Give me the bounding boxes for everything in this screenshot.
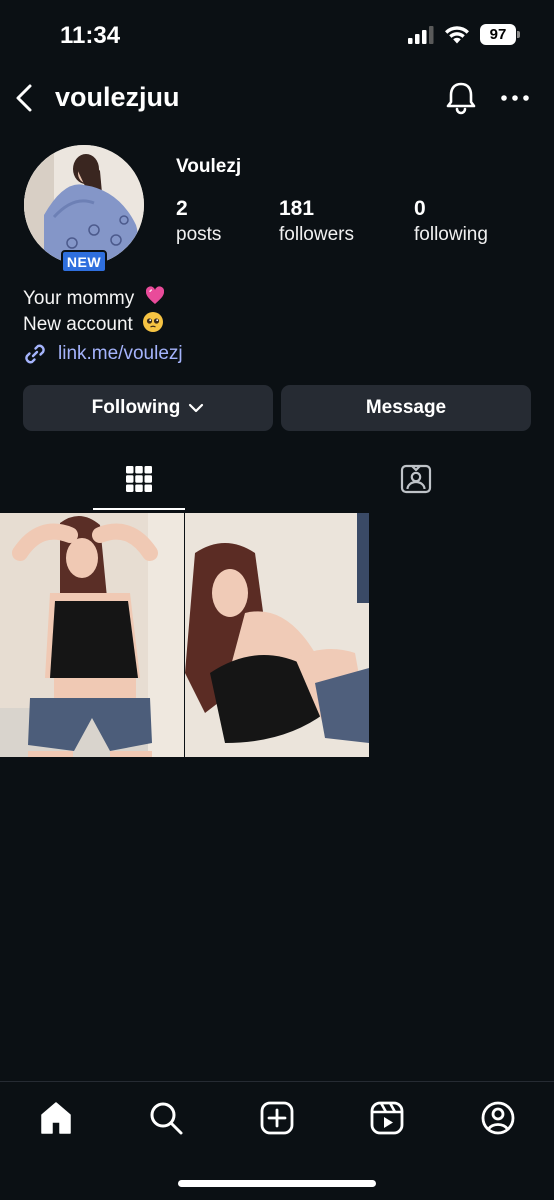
stat-followers[interactable]: 181 followers (279, 197, 354, 246)
post-thumbnail[interactable] (0, 513, 184, 757)
more-dots-icon (501, 95, 529, 101)
bio-line-2: New account (23, 311, 164, 336)
stat-followers-label: followers (279, 224, 354, 245)
profile-tabs (0, 447, 554, 511)
avatar-image (22, 143, 146, 267)
post-thumbnail[interactable] (185, 513, 369, 757)
profile-username: voulezjuu (55, 82, 180, 112)
battery-level: 97 (489, 26, 507, 43)
pleading-face-icon (143, 312, 164, 332)
nav-reels[interactable] (367, 1098, 407, 1138)
stat-posts-label: posts (176, 224, 222, 245)
chevron-down-icon (189, 403, 204, 413)
profile-icon (481, 1101, 515, 1135)
create-icon (260, 1101, 294, 1135)
status-time: 11:34 (60, 22, 121, 49)
bell-icon (446, 82, 476, 115)
cellular-signal-icon (408, 25, 434, 44)
profile-link-text: link.me/voulezj (58, 343, 183, 364)
more-options-button[interactable] (498, 80, 532, 116)
stat-posts[interactable]: 2 posts (176, 197, 221, 246)
status-icons: 97 (408, 24, 520, 45)
sparkling-heart-icon (145, 286, 164, 304)
stat-following[interactable]: 0 following (414, 197, 488, 246)
reels-icon (370, 1101, 404, 1135)
bio-line-1: Your mommy (23, 285, 166, 310)
following-button-label: Following (91, 397, 181, 418)
back-chevron-icon (16, 84, 32, 112)
tagged-icon (400, 464, 432, 494)
message-button-label: Message (365, 397, 447, 418)
active-tab-indicator (93, 508, 185, 510)
status-bar: 11:34 97 (0, 0, 554, 70)
nav-home[interactable] (36, 1098, 76, 1138)
tab-tagged[interactable] (370, 447, 462, 511)
profile-header: voulezjuu (0, 70, 554, 126)
post-image (0, 513, 184, 757)
nav-profile[interactable] (478, 1098, 518, 1138)
display-name: Voulezj (176, 156, 242, 177)
home-indicator[interactable] (178, 1180, 376, 1187)
following-button[interactable]: Following (23, 385, 273, 431)
post-image (185, 513, 369, 757)
message-button[interactable]: Message (281, 385, 531, 431)
stat-following-label: following (414, 224, 488, 245)
link-icon (25, 344, 45, 364)
profile-link[interactable]: link.me/voulezj (22, 341, 183, 367)
stat-posts-count: 2 (176, 197, 188, 220)
wifi-icon (445, 26, 469, 44)
nav-search[interactable] (146, 1098, 186, 1138)
tab-posts-grid[interactable] (93, 447, 185, 511)
avatar-photo (24, 145, 144, 265)
new-account-badge: NEW (61, 250, 107, 273)
notifications-button[interactable] (443, 80, 479, 116)
profile-avatar[interactable] (22, 143, 146, 267)
bio-text-1: Your mommy (23, 288, 135, 309)
nav-create[interactable] (257, 1098, 297, 1138)
back-button[interactable] (10, 82, 40, 114)
stat-following-count: 0 (414, 197, 426, 220)
battery-icon: 97 (480, 24, 520, 45)
search-icon (150, 1102, 183, 1135)
stat-followers-count: 181 (279, 197, 315, 220)
bio-text-2: New account (23, 314, 133, 335)
home-icon (41, 1102, 71, 1134)
grid-icon (126, 466, 152, 492)
